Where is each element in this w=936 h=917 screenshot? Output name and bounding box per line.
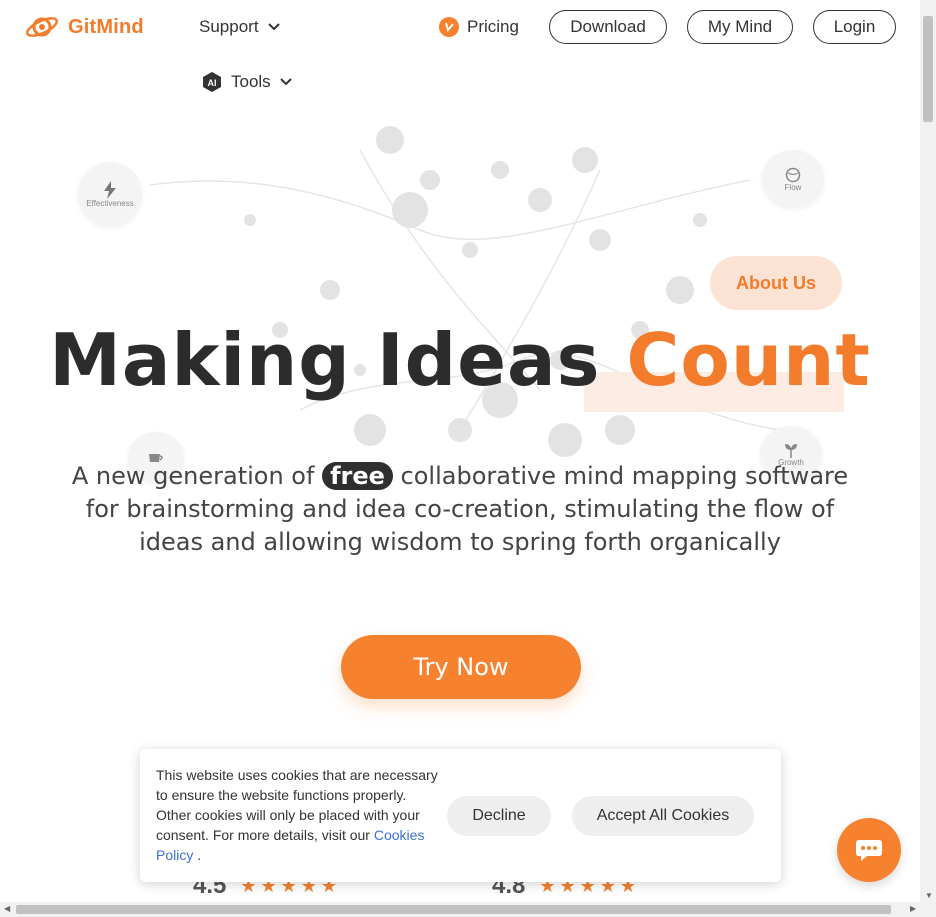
chat-button[interactable]	[837, 818, 901, 882]
nav-pricing[interactable]: Pricing	[439, 17, 519, 37]
logo-text: GitMind	[68, 15, 144, 38]
ai-badge-text: AI	[208, 78, 217, 88]
accept-cookies-button[interactable]: Accept All Cookies	[572, 796, 754, 836]
chevron-down-icon	[267, 23, 280, 31]
my-mind-button[interactable]: My Mind	[687, 10, 793, 44]
nav-tools[interactable]: AI Tools	[201, 71, 293, 93]
headline-accent: Count	[626, 318, 871, 402]
tag-effectiveness: Effectiveness	[78, 162, 142, 226]
hero-subtitle: A new generation of free collaborative m…	[60, 460, 860, 559]
vertical-scrollbar[interactable]	[920, 0, 936, 902]
globe-icon	[785, 167, 801, 182]
horizontal-scroll-thumb[interactable]	[16, 905, 891, 914]
tag-flow: Flow	[762, 150, 824, 208]
scroll-left-arrow[interactable]: ◀	[4, 904, 10, 913]
scroll-down-arrow[interactable]: ▼	[925, 891, 933, 900]
download-button[interactable]: Download	[549, 10, 667, 44]
cookie-banner: This website uses cookies that are neces…	[140, 749, 781, 882]
ai-icon: AI	[203, 72, 221, 92]
pricing-icon	[439, 17, 459, 37]
chat-icon	[856, 840, 882, 861]
try-now-button[interactable]: Try Now	[341, 635, 581, 699]
tag-flow-label: Flow	[784, 182, 802, 192]
free-badge: free	[322, 462, 393, 490]
vertical-scroll-thumb[interactable]	[923, 16, 933, 122]
cookie-after-link: .	[193, 847, 202, 863]
about-us-button[interactable]: About Us	[710, 256, 842, 310]
cookie-text: This website uses cookies that are neces…	[156, 765, 441, 865]
decline-button[interactable]: Decline	[447, 796, 551, 836]
headline-main: Making Ideas	[49, 318, 601, 402]
chevron-down-icon	[279, 78, 292, 86]
login-button[interactable]: Login	[813, 10, 896, 44]
scroll-right-arrow[interactable]: ▶	[910, 904, 916, 913]
nav-tools-label: Tools	[231, 72, 271, 91]
nav-pricing-label: Pricing	[467, 17, 519, 36]
nav-support-label: Support	[199, 17, 259, 36]
hero-headline: Making Ideas Count	[0, 318, 920, 402]
nav-support[interactable]: Support	[199, 17, 281, 37]
bolt-icon	[104, 180, 116, 199]
gitmind-logo[interactable]: GitMind	[24, 12, 144, 42]
gitmind-logo-icon	[26, 17, 58, 37]
subtitle-part1: A new generation of	[71, 462, 323, 490]
tag-effectiveness-label: Effectiveness	[86, 198, 134, 208]
sprout-icon	[785, 443, 797, 458]
